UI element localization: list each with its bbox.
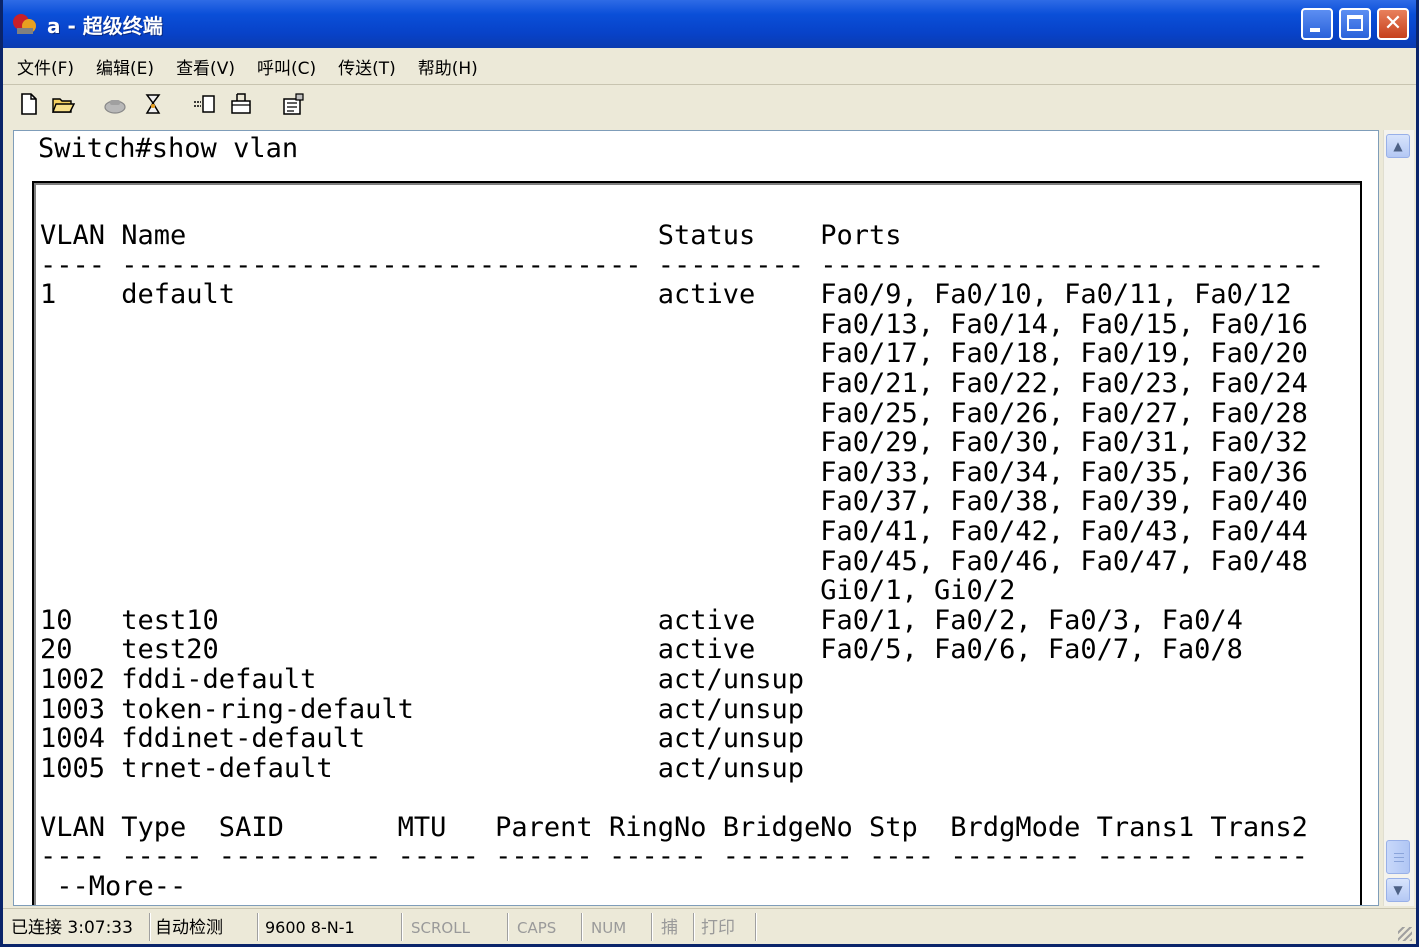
terminal-line: Fa0/45, Fa0/46, Fa0/47, Fa0/48 (40, 545, 1308, 577)
terminal-output-frame: VLAN Name Status Ports ---- -------------… (32, 181, 1362, 905)
terminal-line: Fa0/13, Fa0/14, Fa0/15, Fa0/16 (40, 308, 1308, 340)
terminal-line: Fa0/37, Fa0/38, Fa0/39, Fa0/40 (40, 486, 1308, 518)
status-print: 打印 (701, 918, 735, 938)
receive-icon[interactable] (229, 92, 253, 116)
call-icon[interactable] (103, 92, 127, 116)
status-connected: 已连接 3:07:33 (11, 918, 133, 938)
menu-view[interactable]: 查看(V) (168, 54, 243, 79)
toolbar (3, 86, 1416, 124)
minimize-icon (1310, 28, 1320, 32)
status-scroll: SCROLL (411, 919, 470, 937)
chevron-down-icon: ▼ (1393, 883, 1403, 897)
menu-call[interactable]: 呼叫(C) (249, 54, 324, 79)
minimize-button[interactable] (1301, 8, 1333, 40)
open-folder-icon[interactable] (51, 92, 75, 116)
properties-icon[interactable] (281, 92, 305, 116)
menu-transfer[interactable]: 传送(T) (330, 54, 404, 79)
terminal-line: --More-- (40, 871, 187, 903)
terminal-line: 1003 token-ring-default act/unsup (40, 693, 805, 725)
menu-file[interactable]: 文件(F) (9, 54, 82, 79)
terminal-line: VLAN Type SAID MTU Parent RingNo BridgeN… (40, 811, 1308, 843)
terminal-line: Fa0/41, Fa0/42, Fa0/43, Fa0/44 (40, 515, 1308, 547)
window-title: a - 超级终端 (47, 14, 163, 38)
new-file-icon[interactable] (17, 92, 41, 116)
terminal-line: Fa0/25, Fa0/26, Fa0/27, Fa0/28 (40, 397, 1308, 429)
status-baud: 9600 8-N-1 (265, 918, 355, 937)
status-bar: 已连接 3:07:33 自动检测 9600 8-N-1 SCROLL CAPS … (3, 908, 1416, 944)
terminal-line: 1004 fddinet-default act/unsup (40, 723, 805, 755)
menu-edit[interactable]: 编辑(E) (88, 54, 162, 79)
status-detect: 自动检测 (155, 918, 223, 938)
terminal-line: ---- ----- ---------- ----- ------ -----… (40, 841, 1308, 873)
terminal-line: 1005 trnet-default act/unsup (40, 752, 805, 784)
terminal-line: 20 test20 active Fa0/5, Fa0/6, Fa0/7, Fa… (40, 634, 1243, 666)
terminal-command-line: Switch#show vlan (38, 133, 299, 164)
scroll-down-button[interactable]: ▼ (1386, 878, 1410, 902)
terminal-line: Fa0/21, Fa0/22, Fa0/23, Fa0/24 (40, 367, 1308, 399)
terminal-line: Fa0/29, Fa0/30, Fa0/31, Fa0/32 (40, 427, 1308, 459)
terminal-line: 1002 fddi-default act/unsup (40, 663, 805, 695)
resize-grip[interactable] (1398, 927, 1412, 941)
menu-bar: 文件(F) 编辑(E) 查看(V) 呼叫(C) 传送(T) 帮助(H) (3, 48, 1416, 85)
terminal-line: 10 test10 active Fa0/1, Fa0/2, Fa0/3, Fa… (40, 604, 1243, 636)
terminal-line: ---- -------------------------------- --… (40, 249, 1325, 281)
status-num: NUM (591, 919, 627, 937)
menu-help[interactable]: 帮助(H) (410, 54, 486, 79)
close-button[interactable]: ✕ (1377, 8, 1409, 40)
disconnect-icon[interactable] (141, 92, 165, 116)
title-bar[interactable]: a - 超级终端 ✕ (3, 0, 1416, 48)
terminal-line: Fa0/33, Fa0/34, Fa0/35, Fa0/36 (40, 456, 1308, 488)
status-capture: 捕 (661, 918, 678, 938)
close-icon: ✕ (1383, 11, 1403, 36)
terminal-area[interactable]: Switch#show vlan VLAN Name Status Ports -… (13, 130, 1379, 906)
maximize-icon (1347, 15, 1363, 31)
terminal-line: 1 default active Fa0/9, Fa0/10, Fa0/11, … (40, 279, 1292, 311)
hyperterminal-app-icon[interactable] (11, 10, 39, 38)
terminal-line: Fa0/17, Fa0/18, Fa0/19, Fa0/20 (40, 338, 1308, 370)
vertical-scrollbar[interactable]: ▲ ▼ (1383, 130, 1414, 906)
chevron-up-icon: ▲ (1393, 139, 1403, 153)
terminal-output: VLAN Name Status Ports ---- -------------… (40, 221, 1324, 902)
hyperterminal-window: a - 超级终端 ✕ 文件(F) 编辑(E) 查看(V) 呼叫(C) 传送(T)… (0, 0, 1419, 947)
status-caps: CAPS (517, 919, 557, 937)
scroll-up-button[interactable]: ▲ (1386, 134, 1410, 158)
scroll-thumb[interactable] (1386, 840, 1410, 874)
maximize-button[interactable] (1339, 8, 1371, 40)
send-icon[interactable] (193, 92, 217, 116)
terminal-line: Gi0/1, Gi0/2 (40, 575, 1016, 607)
terminal-line: VLAN Name Status Ports (40, 220, 902, 251)
